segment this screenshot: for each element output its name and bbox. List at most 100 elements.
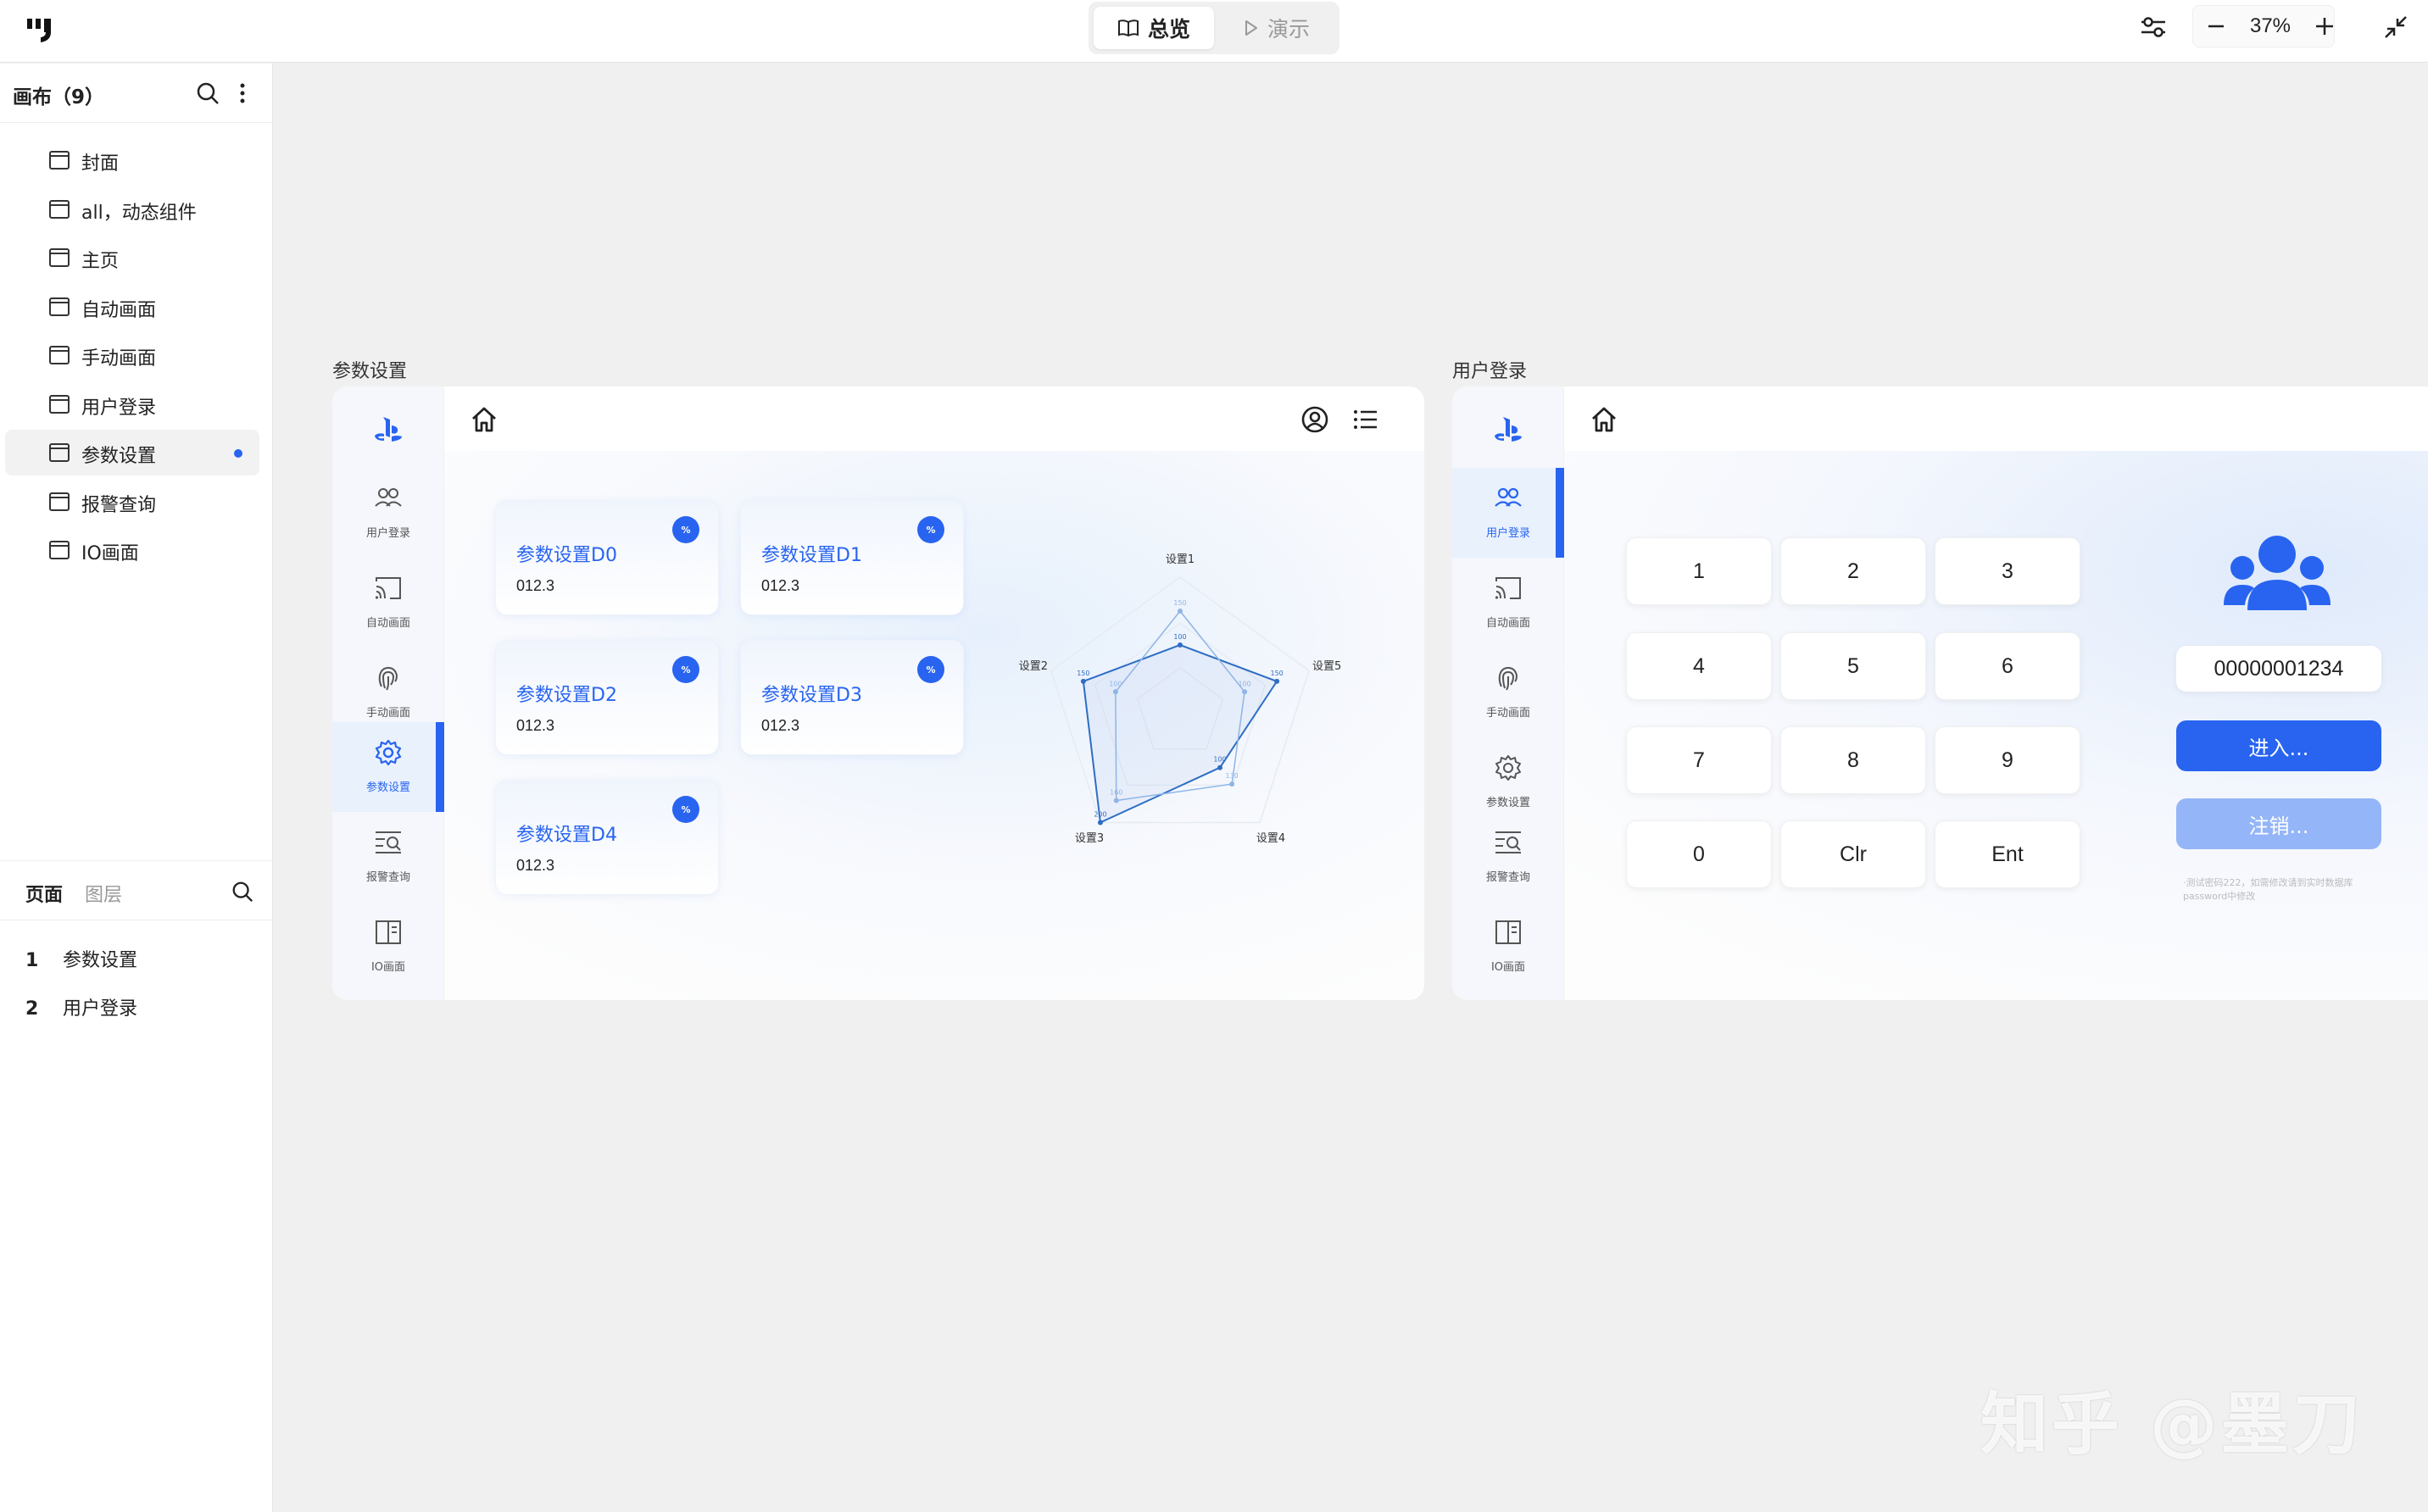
logo-icon[interactable] — [25, 15, 58, 44]
nav-item-params[interactable]: 参数设置 — [332, 722, 444, 812]
param-card-d0[interactable]: % 参数设置D0 012.3 — [495, 500, 719, 615]
page-item-auto[interactable]: 自动画面 — [5, 284, 259, 330]
list-item-number: 1 — [25, 950, 39, 971]
search-icon[interactable] — [231, 880, 254, 903]
keypad-key-8[interactable]: 8 — [1780, 726, 1926, 794]
page-item-label: 参数设置 — [81, 446, 157, 467]
frame-title-params[interactable]: 参数设置 — [332, 356, 407, 383]
users-icon — [1495, 487, 1522, 507]
param-card-title: 参数设置D4 — [516, 825, 617, 846]
page-item-alarm[interactable]: 报警查询 — [5, 479, 259, 525]
radar-point — [1113, 798, 1119, 803]
nav-item-alarm[interactable]: 报警查询 — [332, 812, 444, 902]
tab-overview[interactable]: 总览 — [1094, 7, 1214, 49]
nav-item-alarm[interactable]: 报警查询 — [1452, 812, 1564, 902]
keypad-key-4[interactable]: 4 — [1626, 632, 1772, 700]
frame-icon — [49, 395, 70, 414]
radar-data-label: 150 — [1173, 599, 1186, 607]
keypad-key-1[interactable]: 1 — [1626, 537, 1772, 605]
page-item-manual[interactable]: 手动画面 — [5, 332, 259, 378]
settings-sliders-icon[interactable] — [2138, 12, 2169, 42]
param-card-value[interactable]: 012.3 — [516, 857, 554, 875]
param-card-d1[interactable]: % 参数设置D1 012.3 — [740, 500, 964, 615]
param-card-value[interactable]: 012.3 — [516, 577, 554, 595]
keypad-key-0[interactable]: 0 — [1626, 820, 1772, 888]
tab-layers[interactable]: 图层 — [85, 880, 122, 907]
keypad-key-2[interactable]: 2 — [1780, 537, 1926, 605]
param-card-value[interactable]: 012.3 — [516, 717, 554, 735]
collapse-icon[interactable] — [2381, 12, 2411, 42]
logout-button[interactable]: 注销... — [2176, 798, 2381, 849]
search-icon[interactable] — [195, 81, 220, 106]
bottom-tabs: 页面 图层 — [0, 861, 273, 920]
tab-present[interactable]: 演示 — [1219, 7, 1334, 49]
param-card-value[interactable]: 012.3 — [761, 717, 799, 735]
playstation-logo-icon — [1495, 417, 1522, 442]
tab-pages[interactable]: 页面 — [25, 880, 63, 907]
user-circle-icon[interactable] — [1300, 405, 1329, 434]
frame-title-login[interactable]: 用户登录 — [1452, 356, 1527, 383]
home-icon[interactable] — [1590, 405, 1618, 434]
tab-present-label: 演示 — [1267, 17, 1310, 42]
param-card-value[interactable]: 012.3 — [761, 577, 799, 595]
keypad-key-3[interactable]: 3 — [1935, 537, 2080, 605]
page-item-login[interactable]: 用户登录 — [5, 381, 259, 427]
radar-data-label: 200 — [1094, 810, 1106, 818]
frame-header — [1564, 386, 2428, 451]
page-item-params[interactable]: 参数设置 — [5, 430, 259, 475]
more-vertical-icon[interactable] — [234, 81, 251, 106]
nav-rail: 用户登录 自动画面 手动画面 参数设置 报警查询 IO画面 — [332, 386, 444, 1000]
list-item[interactable]: 1 参数设置 — [25, 945, 137, 972]
keypad-key-7[interactable]: 7 — [1626, 726, 1772, 794]
cast-icon — [375, 577, 401, 599]
keypad-key-enter[interactable]: Ent — [1935, 820, 2080, 888]
nav-item-label: 报警查询 — [1485, 871, 1530, 884]
tab-overview-label: 总览 — [1147, 17, 1190, 42]
password-hint: ·测试密码222，如需修改请到实时数据库password中修改 — [2183, 877, 2353, 902]
gear-icon — [375, 739, 402, 766]
nav-item-label: 手动画面 — [1485, 707, 1530, 720]
radar-axis-label: 设置2 — [1019, 660, 1048, 673]
cast-icon — [1495, 577, 1521, 599]
list-icon[interactable] — [1351, 405, 1380, 434]
page-item-io[interactable]: IO画面 — [5, 527, 259, 573]
page-item-home[interactable]: 主页 — [5, 235, 259, 281]
zoom-in-button[interactable] — [2310, 12, 2339, 41]
user-id-display[interactable]: 00000001234 — [2176, 646, 2381, 692]
gear-icon — [1495, 755, 1521, 781]
page-item-label: 报警查询 — [81, 495, 157, 516]
enter-button[interactable]: 进入... — [2176, 720, 2381, 771]
nav-item-login[interactable]: 用户登录 — [332, 468, 444, 558]
nav-item-io[interactable]: IO画面 — [1452, 902, 1564, 992]
page-item-cover[interactable]: 封面 — [5, 137, 259, 183]
radar-axis-label: 设置5 — [1312, 660, 1341, 673]
nav-item-auto[interactable]: 自动画面 — [1452, 558, 1564, 648]
param-card-d3[interactable]: % 参数设置D3 012.3 — [740, 640, 964, 755]
active-dot — [234, 449, 242, 458]
page-item-label: IO画面 — [81, 543, 139, 564]
fingerprint-icon — [378, 666, 398, 691]
zoom-level[interactable]: 37% — [2236, 6, 2305, 47]
page-item-dynamic[interactable]: all，动态组件 — [5, 186, 259, 232]
keypad-key-6[interactable]: 6 — [1935, 632, 2080, 700]
frame-icon — [49, 443, 70, 462]
param-card-d4[interactable]: % 参数设置D4 012.3 — [495, 780, 719, 895]
keypad-key-9[interactable]: 9 — [1935, 726, 2080, 794]
param-card-d2[interactable]: % 参数设置D2 012.3 — [495, 640, 719, 755]
frame-params[interactable]: 用户登录 自动画面 手动画面 参数设置 报警查询 IO画面 % 参数设置D0 0… — [332, 386, 1424, 1000]
frame-icon — [49, 492, 70, 511]
radar-data-label: 150 — [1270, 670, 1283, 677]
radar-point — [1217, 764, 1223, 770]
home-icon[interactable] — [470, 405, 498, 434]
list-item[interactable]: 2 用户登录 — [25, 993, 137, 1020]
keypad-key-clear[interactable]: Clr — [1780, 820, 1926, 888]
nav-item-label: IO画面 — [1490, 961, 1526, 974]
nav-item-io[interactable]: IO画面 — [332, 902, 444, 992]
nav-item-login[interactable]: 用户登录 — [1452, 468, 1564, 558]
keypad-key-5[interactable]: 5 — [1780, 632, 1926, 700]
zoom-out-button[interactable] — [2202, 12, 2230, 41]
nav-item-auto[interactable]: 自动画面 — [332, 558, 444, 648]
radar-data-label: 130 — [1225, 772, 1238, 780]
nav-item-manual[interactable]: 手动画面 — [1452, 648, 1564, 737]
frame-login[interactable]: 用户登录 自动画面 手动画面 参数设置 报警查询 IO画面 1 2 3 4 5 … — [1452, 386, 2428, 1000]
